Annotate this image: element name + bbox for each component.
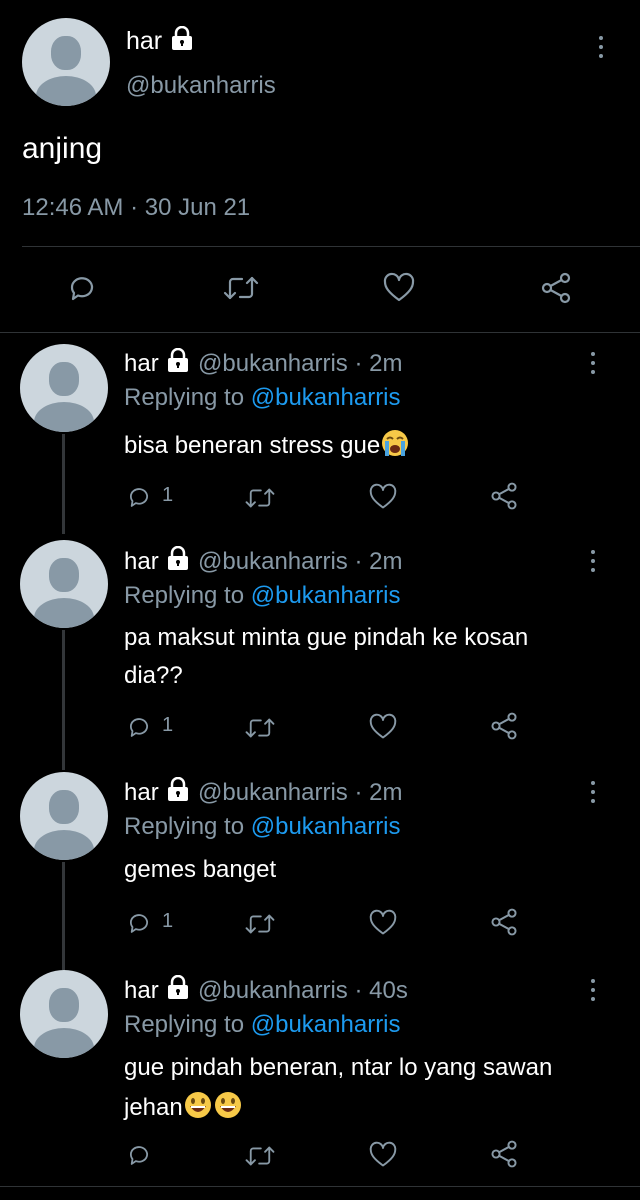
grinning-face-icon <box>183 1090 213 1127</box>
retweet-icon[interactable] <box>244 714 276 742</box>
display-name[interactable]: har <box>126 27 162 55</box>
grinning-face-icon <box>213 1090 243 1127</box>
lock-icon <box>169 25 195 59</box>
mention-link[interactable]: @bukanharris <box>251 813 401 840</box>
display-name[interactable]: har <box>124 350 159 377</box>
more-options-icon[interactable] <box>590 781 596 803</box>
avatar[interactable] <box>20 344 108 432</box>
display-name[interactable]: har <box>124 779 159 806</box>
like-icon[interactable] <box>368 483 398 511</box>
replying-label: Replying to <box>124 1011 245 1038</box>
mention-link[interactable]: @bukanharris <box>251 582 401 609</box>
share-icon[interactable] <box>488 710 520 742</box>
thread-line <box>62 630 65 770</box>
avatar[interactable] <box>22 18 110 106</box>
more-options-icon[interactable] <box>598 36 604 58</box>
reply-text: pa maksut minta gue pindah ke kosan <box>124 624 529 651</box>
reply-icon[interactable] <box>126 714 152 740</box>
replying-label: Replying to <box>124 813 245 840</box>
retweet-icon[interactable] <box>222 272 260 304</box>
share-icon[interactable] <box>488 1138 520 1170</box>
retweet-icon[interactable] <box>244 484 276 512</box>
tweet-timestamp: 12:46 AM · 30 Jun 21 <box>22 194 251 221</box>
avatar[interactable] <box>20 772 108 860</box>
crying-face-icon <box>380 428 410 465</box>
reply-text-line-2: dia?? <box>124 662 183 689</box>
divider <box>0 1186 640 1187</box>
reply-text: bisa beneran stress gue <box>124 431 381 459</box>
handle-time[interactable]: @bukanharris · 2m <box>198 350 402 377</box>
reply-icon[interactable] <box>66 272 98 304</box>
mention-link[interactable]: @bukanharris <box>251 1011 401 1038</box>
avatar[interactable] <box>20 540 108 628</box>
handle-time[interactable]: @bukanharris · 2m <box>198 779 402 806</box>
mention-link[interactable]: @bukanharris <box>251 384 401 411</box>
like-icon[interactable] <box>368 1141 398 1169</box>
lock-icon <box>165 347 191 381</box>
reply-text-line-2: jehan <box>124 1093 183 1121</box>
reply-count: 1 <box>162 484 174 506</box>
reply-text: gue pindah beneran, ntar lo yang sawan <box>124 1054 553 1081</box>
handle-time[interactable]: @bukanharris · 2m <box>198 548 402 575</box>
more-options-icon[interactable] <box>590 352 596 374</box>
handle[interactable]: @bukanharris <box>126 72 276 100</box>
share-icon[interactable] <box>488 906 520 938</box>
avatar[interactable] <box>20 970 108 1058</box>
like-icon[interactable] <box>368 909 398 937</box>
lock-icon <box>165 776 191 810</box>
reply-icon[interactable] <box>126 1142 152 1168</box>
reply-text: gemes banget <box>124 856 277 883</box>
reply-icon[interactable] <box>126 910 152 936</box>
share-icon[interactable] <box>538 270 574 306</box>
replying-label: Replying to <box>124 582 245 609</box>
tweet-text: anjing <box>22 132 103 165</box>
lock-icon <box>165 545 191 579</box>
thread-line <box>62 434 65 534</box>
retweet-icon[interactable] <box>244 910 276 938</box>
replying-label: Replying to <box>124 384 245 411</box>
handle-time[interactable]: @bukanharris · 40s <box>198 977 408 1004</box>
reply-count: 1 <box>162 714 174 736</box>
divider <box>0 332 640 333</box>
retweet-icon[interactable] <box>244 1142 276 1170</box>
display-name[interactable]: har <box>124 977 159 1004</box>
reply-count: 1 <box>162 910 174 932</box>
like-icon[interactable] <box>382 272 416 304</box>
more-options-icon[interactable] <box>590 550 596 572</box>
reply-icon[interactable] <box>126 484 152 510</box>
lock-icon <box>165 974 191 1008</box>
like-icon[interactable] <box>368 713 398 741</box>
divider <box>22 246 640 247</box>
more-options-icon[interactable] <box>590 979 596 1001</box>
share-icon[interactable] <box>488 480 520 512</box>
thread-line <box>62 862 65 970</box>
display-name[interactable]: har <box>124 548 159 575</box>
